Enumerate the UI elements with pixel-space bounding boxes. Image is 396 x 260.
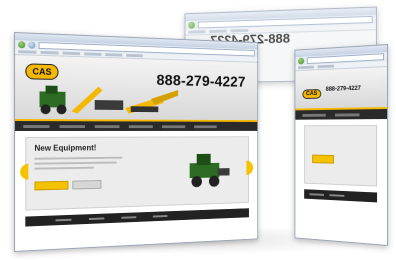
content-area bbox=[295, 119, 387, 209]
hero-machine-image bbox=[189, 153, 230, 188]
slider-controls bbox=[25, 208, 249, 227]
back-icon[interactable] bbox=[298, 57, 305, 65]
content-area: New Equipment! bbox=[15, 131, 257, 233]
hero-title: New Equipment! bbox=[34, 143, 97, 153]
web-page: CAS 888-279-4227 bbox=[295, 67, 387, 245]
nav-link[interactable] bbox=[302, 113, 326, 117]
slider-prev-arrow[interactable] bbox=[20, 163, 29, 180]
bookmark-item[interactable] bbox=[84, 52, 102, 56]
nav-link[interactable] bbox=[161, 124, 186, 128]
browser-window-front[interactable]: CAS 888-279-4227 New Equipment! bbox=[14, 32, 259, 252]
bookmark-item[interactable] bbox=[105, 53, 123, 57]
slider-link[interactable] bbox=[329, 194, 345, 197]
cta-button-primary[interactable] bbox=[312, 154, 335, 164]
nav-link[interactable] bbox=[59, 124, 86, 128]
site-header: CAS 888-279-4227 bbox=[295, 67, 387, 111]
bookmark-item[interactable] bbox=[188, 30, 206, 34]
slider-link[interactable] bbox=[55, 218, 72, 222]
phone-number: 888-279-4227 bbox=[156, 72, 246, 91]
site-nav bbox=[15, 121, 258, 131]
hero-banner bbox=[304, 125, 378, 187]
bookmark-item[interactable] bbox=[40, 50, 59, 55]
nav-link[interactable] bbox=[94, 124, 120, 128]
hero-banner: New Equipment! bbox=[20, 136, 254, 211]
cta-button-secondary[interactable] bbox=[72, 180, 102, 190]
bookmark-item[interactable] bbox=[62, 51, 81, 56]
bookmark-item[interactable] bbox=[18, 50, 37, 54]
slider-link[interactable] bbox=[309, 193, 324, 196]
hero-text-line bbox=[34, 161, 117, 165]
slider-link[interactable] bbox=[121, 216, 137, 219]
back-icon[interactable] bbox=[18, 41, 26, 49]
bookmark-item[interactable] bbox=[126, 53, 143, 58]
slider-link[interactable] bbox=[88, 217, 105, 221]
browser-window-right[interactable]: CAS 888-279-4227 bbox=[294, 44, 388, 246]
forward-icon[interactable] bbox=[28, 41, 36, 49]
hero-text-line bbox=[34, 166, 94, 170]
logo-tagline bbox=[62, 72, 84, 73]
slider-controls bbox=[304, 189, 378, 203]
nav-link[interactable] bbox=[128, 124, 153, 128]
phone-number: 888-279-4227 bbox=[325, 85, 361, 93]
nav-link[interactable] bbox=[334, 112, 360, 117]
site-logo[interactable]: CAS bbox=[302, 89, 321, 100]
back-icon[interactable] bbox=[188, 21, 195, 29]
web-page: CAS 888-279-4227 bbox=[15, 55, 258, 251]
hero-text-line bbox=[34, 156, 123, 160]
slider-next-arrow[interactable] bbox=[246, 160, 254, 176]
nav-link[interactable] bbox=[194, 124, 217, 128]
cta-button-primary[interactable] bbox=[34, 180, 69, 191]
nav-link[interactable] bbox=[23, 124, 50, 128]
bookmark-item[interactable] bbox=[317, 64, 335, 69]
site-header: CAS 888-279-4227 bbox=[15, 55, 258, 122]
slider-link[interactable] bbox=[152, 215, 168, 218]
bookmark-item[interactable] bbox=[298, 65, 314, 70]
showcase-scene: 888-279-4227 CAS 888-279-4227 CAS 888-27… bbox=[0, 0, 396, 260]
